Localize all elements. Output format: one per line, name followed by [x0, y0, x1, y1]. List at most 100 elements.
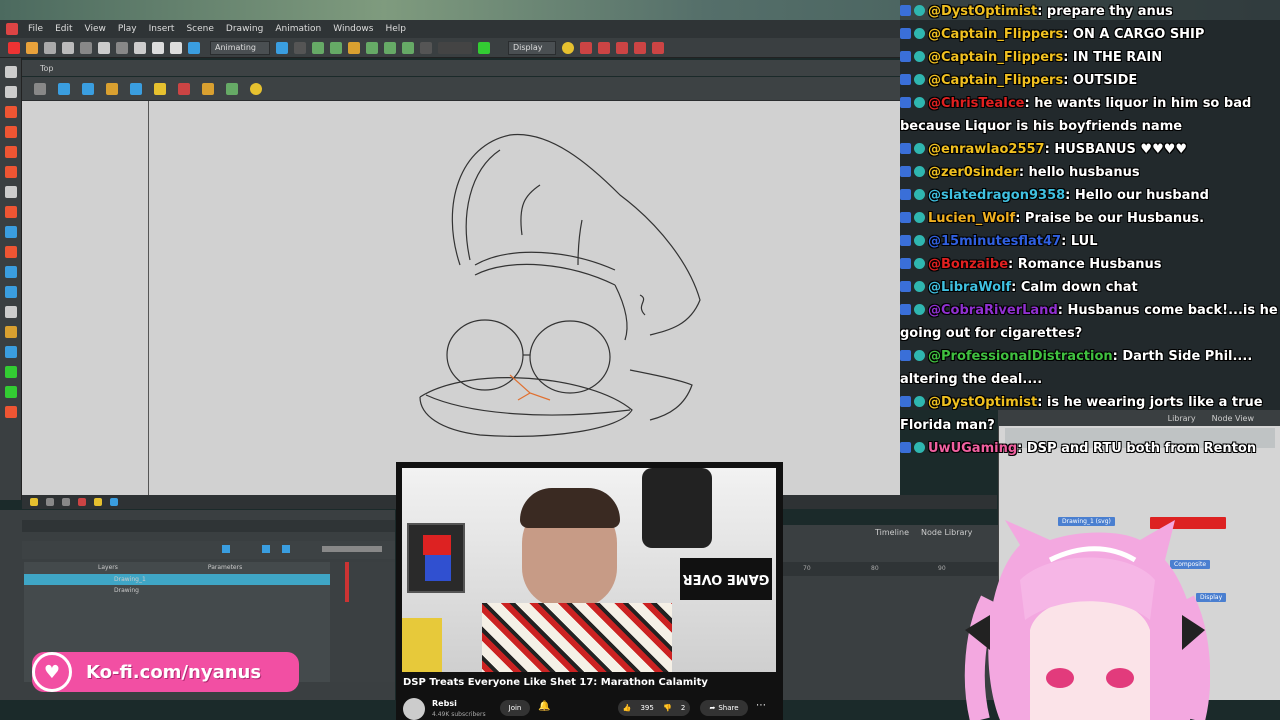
sound-icon[interactable] — [282, 545, 290, 553]
redo-icon[interactable] — [116, 41, 128, 54]
settings-icon[interactable] — [276, 41, 288, 54]
contour-arrow-icon[interactable] — [4, 86, 17, 98]
menu-animation[interactable]: Animation — [269, 24, 327, 34]
chat-username[interactable]: Lucien_Wolf — [928, 211, 1015, 226]
link-icon[interactable] — [402, 41, 414, 54]
grid-toggle-icon[interactable] — [34, 82, 46, 95]
ellipse-icon[interactable] — [4, 226, 17, 238]
new-file-icon[interactable] — [8, 41, 20, 54]
ink-icon[interactable] — [4, 406, 17, 418]
tab-timeline[interactable]: Timeline — [875, 528, 909, 537]
status-bulb-icon[interactable] — [30, 498, 38, 506]
camera-icon[interactable] — [58, 82, 70, 95]
shape-icon[interactable] — [4, 206, 17, 218]
onion-skin-icon[interactable] — [130, 82, 142, 95]
undo-icon[interactable] — [98, 41, 110, 54]
thumbs-down-icon[interactable]: 👎 — [663, 704, 672, 712]
paste-icon[interactable] — [170, 41, 182, 54]
select-arrow-icon[interactable] — [4, 66, 17, 78]
eraser-icon[interactable] — [4, 146, 17, 158]
rotate-icon[interactable] — [598, 41, 610, 54]
lightbulb-icon[interactable] — [562, 41, 574, 54]
display-select[interactable]: Display — [508, 40, 556, 55]
play-icon[interactable] — [222, 545, 230, 553]
paint-icon[interactable] — [4, 166, 17, 178]
chat-username[interactable]: @Captain_Flippers — [928, 27, 1063, 42]
pen-tool-icon[interactable] — [478, 41, 490, 54]
join-button[interactable]: Join — [500, 700, 530, 716]
channel-name[interactable]: Rebsi — [432, 699, 457, 708]
chat-username[interactable]: @ProfessionalDistraction — [928, 349, 1113, 364]
thumbs-up-icon[interactable]: 👍 — [623, 704, 632, 712]
status-view-icon[interactable] — [110, 498, 118, 506]
chat-username[interactable]: @15minutesflat47 — [928, 234, 1061, 249]
lock-icon[interactable] — [154, 82, 166, 95]
menu-file[interactable]: File — [22, 24, 49, 34]
video-player[interactable]: GAME OVER — [402, 468, 776, 672]
frame-icon[interactable] — [294, 41, 306, 54]
reset-icon[interactable] — [616, 41, 628, 54]
menu-scene[interactable]: Scene — [180, 24, 219, 34]
chat-username[interactable]: @ChrisTeaIce — [928, 96, 1025, 111]
menu-insert[interactable]: Insert — [143, 24, 181, 34]
chat-username[interactable]: @Bonzaibe — [928, 257, 1008, 272]
transform-tool-icon[interactable] — [4, 326, 17, 338]
safe-area-icon[interactable] — [106, 82, 118, 95]
save-icon[interactable] — [44, 41, 56, 54]
crop-tool-icon[interactable] — [4, 346, 17, 358]
dropper-icon[interactable] — [4, 366, 17, 378]
chat-username[interactable]: @Captain_Flippers — [928, 50, 1063, 65]
bell-icon[interactable]: 🔔 — [538, 701, 550, 712]
chat-username[interactable]: @enrawlao2557 — [928, 142, 1045, 157]
layer-row[interactable]: Drawing — [24, 585, 330, 596]
menu-help[interactable]: Help — [379, 24, 412, 34]
chat-username[interactable]: @DystOptimist — [928, 4, 1037, 19]
chat-username[interactable]: @CobraRiverLand — [928, 303, 1058, 318]
frame-grid[interactable] — [330, 562, 395, 682]
stroke-icon[interactable] — [4, 266, 17, 278]
bone-icon[interactable] — [4, 386, 17, 398]
video-title[interactable]: DSP Treats Everyone Like Shet 17: Marath… — [403, 677, 778, 688]
like-dislike-button[interactable]: 👍 395 👎 2 — [618, 700, 690, 716]
bulb-icon[interactable] — [250, 82, 262, 95]
align-icon[interactable] — [634, 41, 646, 54]
light-table-icon[interactable] — [178, 82, 190, 95]
channel-avatar[interactable] — [403, 698, 425, 720]
status-grid-icon[interactable] — [62, 498, 70, 506]
select-tool-icon[interactable] — [188, 41, 200, 54]
chat-username[interactable]: UwUGaming — [928, 441, 1017, 456]
anchor-icon[interactable] — [366, 41, 378, 54]
menu-windows[interactable]: Windows — [327, 24, 379, 34]
brush-icon[interactable] — [4, 106, 17, 118]
status-record-icon[interactable] — [78, 498, 86, 506]
mask-icon[interactable] — [82, 82, 94, 95]
menu-edit[interactable]: Edit — [49, 24, 78, 34]
crop-icon[interactable] — [348, 41, 360, 54]
node-icon[interactable] — [384, 41, 396, 54]
menu-drawing[interactable]: Drawing — [220, 24, 269, 34]
trash-icon[interactable] — [80, 41, 92, 54]
status-frame-icon[interactable] — [46, 498, 54, 506]
chat-username[interactable]: @slatedragon9358 — [928, 188, 1065, 203]
chat-username[interactable]: @DystOptimist — [928, 395, 1037, 410]
open-folder-icon[interactable] — [26, 41, 38, 54]
grid-icon[interactable] — [420, 41, 432, 54]
chat-username[interactable]: @Captain_Flippers — [928, 73, 1063, 88]
speed-slider[interactable] — [322, 546, 382, 552]
hand-icon[interactable] — [4, 306, 17, 318]
color-pref-icon[interactable] — [226, 82, 238, 95]
status-pen-icon[interactable] — [94, 498, 102, 506]
pencil-icon[interactable] — [4, 126, 17, 138]
chat-username[interactable]: @LibraWolf — [928, 280, 1011, 295]
loop-icon[interactable] — [262, 545, 270, 553]
distribute-icon[interactable] — [652, 41, 664, 54]
playhead[interactable] — [345, 562, 349, 602]
layer-row[interactable]: Drawing_1 — [24, 574, 330, 585]
line-icon[interactable] — [4, 246, 17, 258]
peg-icon[interactable] — [312, 41, 324, 54]
more-options-icon[interactable]: ⋯ — [756, 700, 766, 711]
chat-username[interactable]: @zer0sinder — [928, 165, 1019, 180]
morph-icon[interactable] — [4, 286, 17, 298]
kofi-banner[interactable]: ♥ Ko-fi.com/nyanus — [32, 652, 299, 692]
mode-select[interactable]: Animating — [210, 40, 270, 55]
